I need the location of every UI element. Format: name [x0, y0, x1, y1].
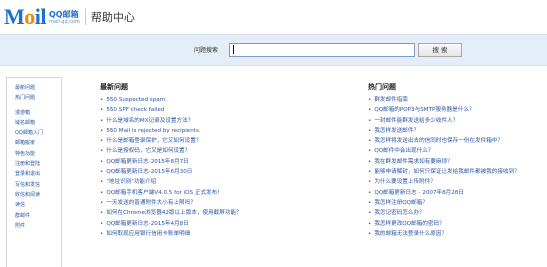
faq-link[interactable]: • QQ邮箱更新日志-2015年6月30日 — [100, 167, 350, 177]
faq-link[interactable]: • QQ邮件中会出现什么？ — [368, 146, 547, 156]
faq-link[interactable]: • QQ邮箱手机客户端V4.0.5 for iOS 正式发布！ — [100, 188, 350, 198]
sidebar: 最新问题 热门问题 漫游箱 域名邮箱 QQ邮箱入门 邮箱搬家 特色功能 注册和登… — [6, 77, 62, 267]
search-label: 问题搜索 — [194, 47, 219, 54]
logo-wordmark: Moil — [4, 4, 47, 29]
sidebar-item-popular[interactable]: 热门问题 — [15, 93, 61, 103]
sidebar-item-receive[interactable]: 收信和阅读 — [15, 190, 61, 200]
text-caret — [233, 45, 234, 54]
faq-link[interactable]: • 我的邮箱无法登录什么原因？ — [368, 229, 547, 239]
qq-mail-logo[interactable]: Moil QQ邮箱 mail.qq.com 帮助中心 — [4, 4, 135, 28]
faq-link[interactable]: • 一封邮件能群发送给多少收件人？ — [368, 116, 547, 126]
header-divider — [84, 9, 86, 25]
faq-link[interactable]: • 我怎样注册QQ邮箱？ — [368, 198, 547, 208]
faq-link[interactable]: • QQ邮箱更新日志-2015年4月8日 — [100, 219, 350, 229]
faq-link[interactable]: • 如何取现应用银行信用卡账单明细 — [100, 229, 350, 239]
sidebar-item-intro[interactable]: QQ邮箱入门 — [15, 128, 61, 138]
sidebar-item-read[interactable]: 读信 — [15, 200, 61, 210]
popular-questions-title: 热门问题 — [368, 83, 396, 91]
latest-questions: 最新问题 • 550 Suspected spam. • 550 SPF check… — [100, 82, 350, 239]
logo-url-text: mail.qq.com — [49, 19, 80, 25]
faq-link[interactable]: • 550 SPF check failed — [100, 105, 350, 115]
faq-link[interactable]: • 550 Suspected spam. — [100, 95, 350, 105]
faq-link[interactable]: • 为什么要设置上传附件？ — [368, 177, 547, 187]
sidebar-item-attachments[interactable]: 附件 — [15, 221, 61, 231]
page-title: 帮助中心 — [90, 11, 135, 24]
faq-link[interactable]: • 我怎样更改QQ邮箱的密码？ — [368, 219, 547, 229]
faq-link[interactable]: • 如何在Chrome浏览器42版以上版本，使用截屏功能？ — [100, 208, 350, 218]
faq-link[interactable]: • QQ邮箱的POP3与SMTP服务器是什么？ — [368, 105, 547, 115]
faq-link[interactable]: • 我在群发邮件需求如有要麻烦？ — [368, 157, 547, 167]
logo-qq-text: QQ邮箱 — [49, 10, 79, 19]
sidebar-item-latest[interactable]: 最新问题 — [15, 83, 61, 93]
faq-link[interactable]: • 550 Mail is rejected by recipients. — [100, 126, 350, 136]
faq-link[interactable]: • 什么是邮箱登录保护，它又如何设置？ — [100, 136, 350, 146]
faq-link[interactable]: • 一天发送的普通附件大小有上限吗？ — [100, 198, 350, 208]
search-input[interactable] — [229, 43, 415, 57]
sidebar-item-domain-mail[interactable]: 域名邮箱 — [15, 118, 61, 128]
faq-link[interactable]: • 什么是域名的MX记录及设置方法？ — [100, 116, 350, 126]
sidebar-item-group-mail[interactable]: 群邮件 — [15, 211, 61, 221]
search-bar: 问题搜索 搜 索 — [0, 34, 547, 66]
faq-link[interactable]: • 我怎记密码怎么办？ — [368, 208, 547, 218]
popular-questions: 热门问题 • 群发邮件指南 • QQ邮箱的POP3与SMTP服务器是什么？ • 一封邮… — [368, 82, 547, 239]
faq-link[interactable]: • 群发邮件指南 — [368, 95, 547, 105]
faq-link[interactable]: • 我怎样将发送出去的信同时也保存一份在发件箱中？ — [368, 136, 547, 146]
faq-link[interactable]: • 什么是授权码，它又是如何设置？ — [100, 146, 350, 156]
sidebar-item-features[interactable]: 特色功能 — [15, 149, 61, 159]
sidebar-item-roaming[interactable]: 漫游箱 — [15, 108, 61, 118]
search-button[interactable]: 搜 索 — [418, 43, 462, 57]
sidebar-item-compose[interactable]: 写信和发信 — [15, 180, 61, 190]
latest-questions-title: 最新问题 — [100, 83, 128, 91]
faq-link[interactable]: • 能够申请解封，如何只保证让发给我邮件都被我的接收到？ — [368, 167, 547, 177]
faq-link[interactable]: • "地址识别"功能介绍 — [100, 177, 350, 187]
faq-link[interactable]: • 我怎样发送邮件？ — [368, 126, 547, 136]
sidebar-item-register[interactable]: 注册和登陆 — [15, 159, 61, 169]
faq-link[interactable]: • QQ邮箱更新日志 - 2007年8月28日 — [368, 188, 547, 198]
page-header: Moil QQ邮箱 mail.qq.com 帮助中心 — [0, 0, 547, 34]
sidebar-item-login[interactable]: 登录和退出 — [15, 169, 61, 179]
faq-link[interactable]: • QQ邮箱更新日志-2015年8月7日 — [100, 157, 350, 167]
sidebar-item-move[interactable]: 邮箱搬家 — [15, 138, 61, 148]
